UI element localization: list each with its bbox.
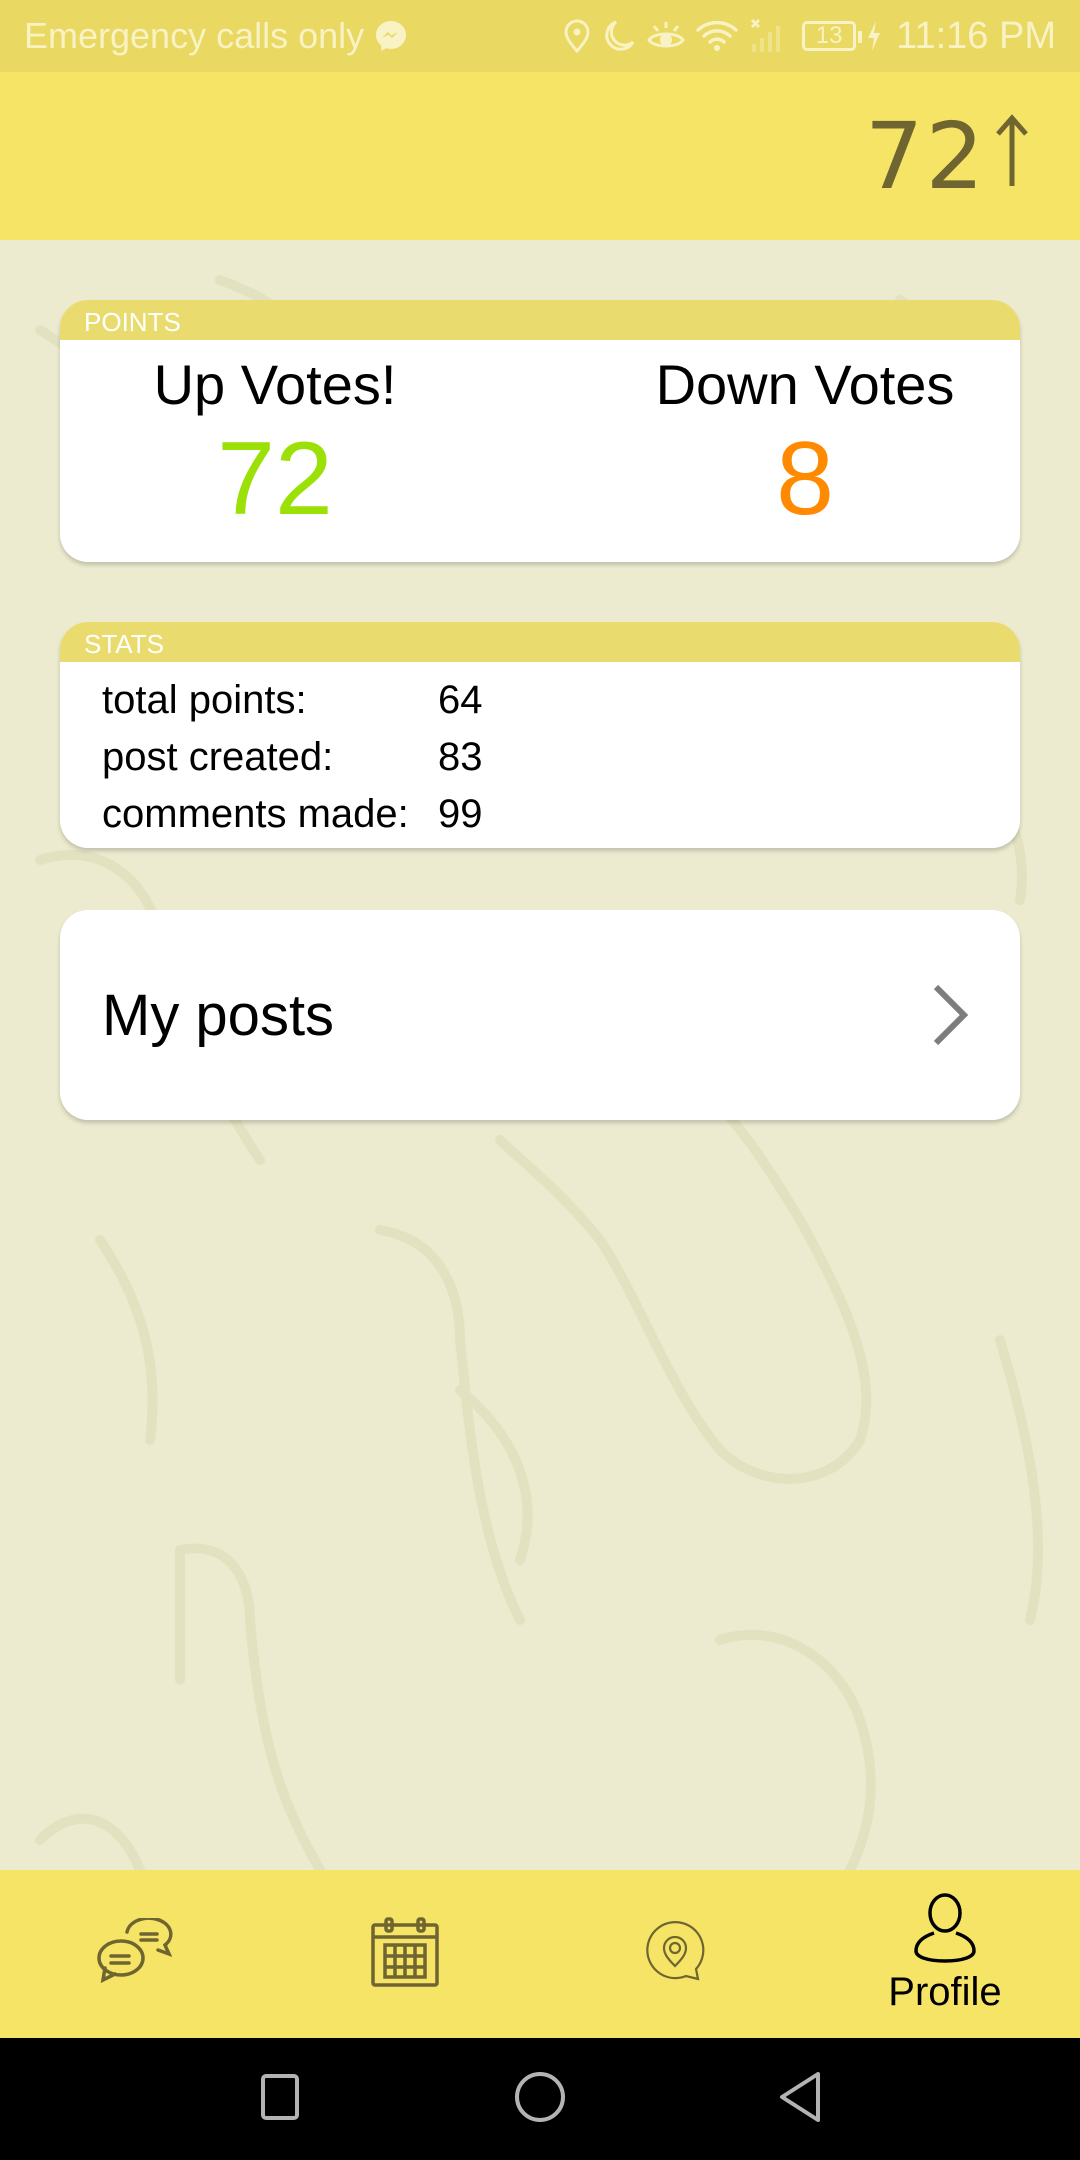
stats-card-header: STATS — [60, 622, 1020, 662]
battery-level: 13 — [815, 22, 843, 49]
stat-row-post-created: post created: 83 — [102, 729, 1020, 786]
charging-bolt-icon — [866, 20, 882, 52]
location-icon — [562, 18, 592, 54]
down-votes-label: Down Votes — [655, 353, 955, 416]
recents-square-icon — [260, 2073, 300, 2126]
wifi-icon — [696, 18, 738, 54]
status-bar: Emergency calls only 13 11:16 PM — [0, 0, 1080, 72]
system-navigation-bar — [0, 2038, 1080, 2160]
chat-bubbles-icon — [97, 1915, 173, 1991]
profile-icon — [912, 1893, 978, 1970]
back-triangle-icon — [778, 2071, 822, 2128]
down-votes-value: 8 — [776, 421, 834, 537]
stat-value: 83 — [438, 735, 483, 779]
home-button[interactable] — [410, 2071, 670, 2128]
nav-tab-calendar[interactable] — [270, 1870, 540, 2038]
stat-label: post created: — [102, 735, 334, 779]
points-card: POINTS Up Votes! 72 Down Votes 8 — [60, 300, 1020, 562]
clock: 11:16 PM — [896, 14, 1056, 57]
signal-no-service-icon — [748, 18, 788, 54]
chevron-right-icon — [932, 984, 968, 1046]
my-posts-label: My posts — [102, 982, 335, 1048]
back-button[interactable] — [670, 2071, 930, 2128]
stat-label: total points: — [102, 678, 307, 722]
up-votes-column: Up Votes! 72 — [60, 340, 550, 534]
score-indicator: 72 — [865, 103, 1032, 210]
stats-card: STATS total points: 64 post created: 83 … — [60, 622, 1020, 848]
my-posts-button[interactable]: My posts — [60, 910, 1020, 1120]
points-grid: Up Votes! 72 Down Votes 8 — [60, 340, 1020, 534]
stat-value: 99 — [438, 792, 483, 836]
nav-tab-map[interactable] — [540, 1870, 810, 2038]
calendar-icon — [370, 1916, 440, 1992]
app-header: 72 — [0, 72, 1080, 240]
battery-indicator: 13 — [802, 21, 863, 51]
nav-tab-chat[interactable] — [0, 1870, 270, 2038]
up-arrow-icon — [992, 103, 1032, 210]
messenger-icon — [374, 19, 408, 53]
stat-row-total-points: total points: 64 — [102, 672, 1020, 729]
bottom-navigation: Profile — [0, 1870, 1080, 2038]
status-bar-left: Emergency calls only — [24, 15, 408, 57]
stat-row-comments-made: comments made: 99 — [102, 786, 1020, 843]
stat-label: comments made: — [102, 792, 409, 836]
carrier-text: Emergency calls only — [24, 15, 365, 56]
status-bar-right: 13 11:16 PM — [562, 15, 1056, 58]
up-votes-value: 72 — [217, 421, 333, 537]
down-votes-column: Down Votes 8 — [550, 340, 1020, 534]
stats-list: total points: 64 post created: 83 commen… — [60, 662, 1020, 843]
do-not-disturb-moon-icon — [602, 18, 636, 54]
nav-tab-profile[interactable]: Profile — [810, 1870, 1080, 2038]
recents-button[interactable] — [150, 2073, 410, 2126]
location-chat-icon — [644, 1920, 706, 1988]
home-circle-icon — [514, 2071, 566, 2128]
score-value: 72 — [864, 102, 986, 210]
points-card-header: POINTS — [60, 300, 1020, 340]
stat-value: 64 — [438, 678, 483, 722]
up-votes-label: Up Votes! — [153, 353, 397, 416]
eye-comfort-icon — [646, 18, 686, 54]
nav-tab-profile-label: Profile — [888, 1970, 1002, 2014]
